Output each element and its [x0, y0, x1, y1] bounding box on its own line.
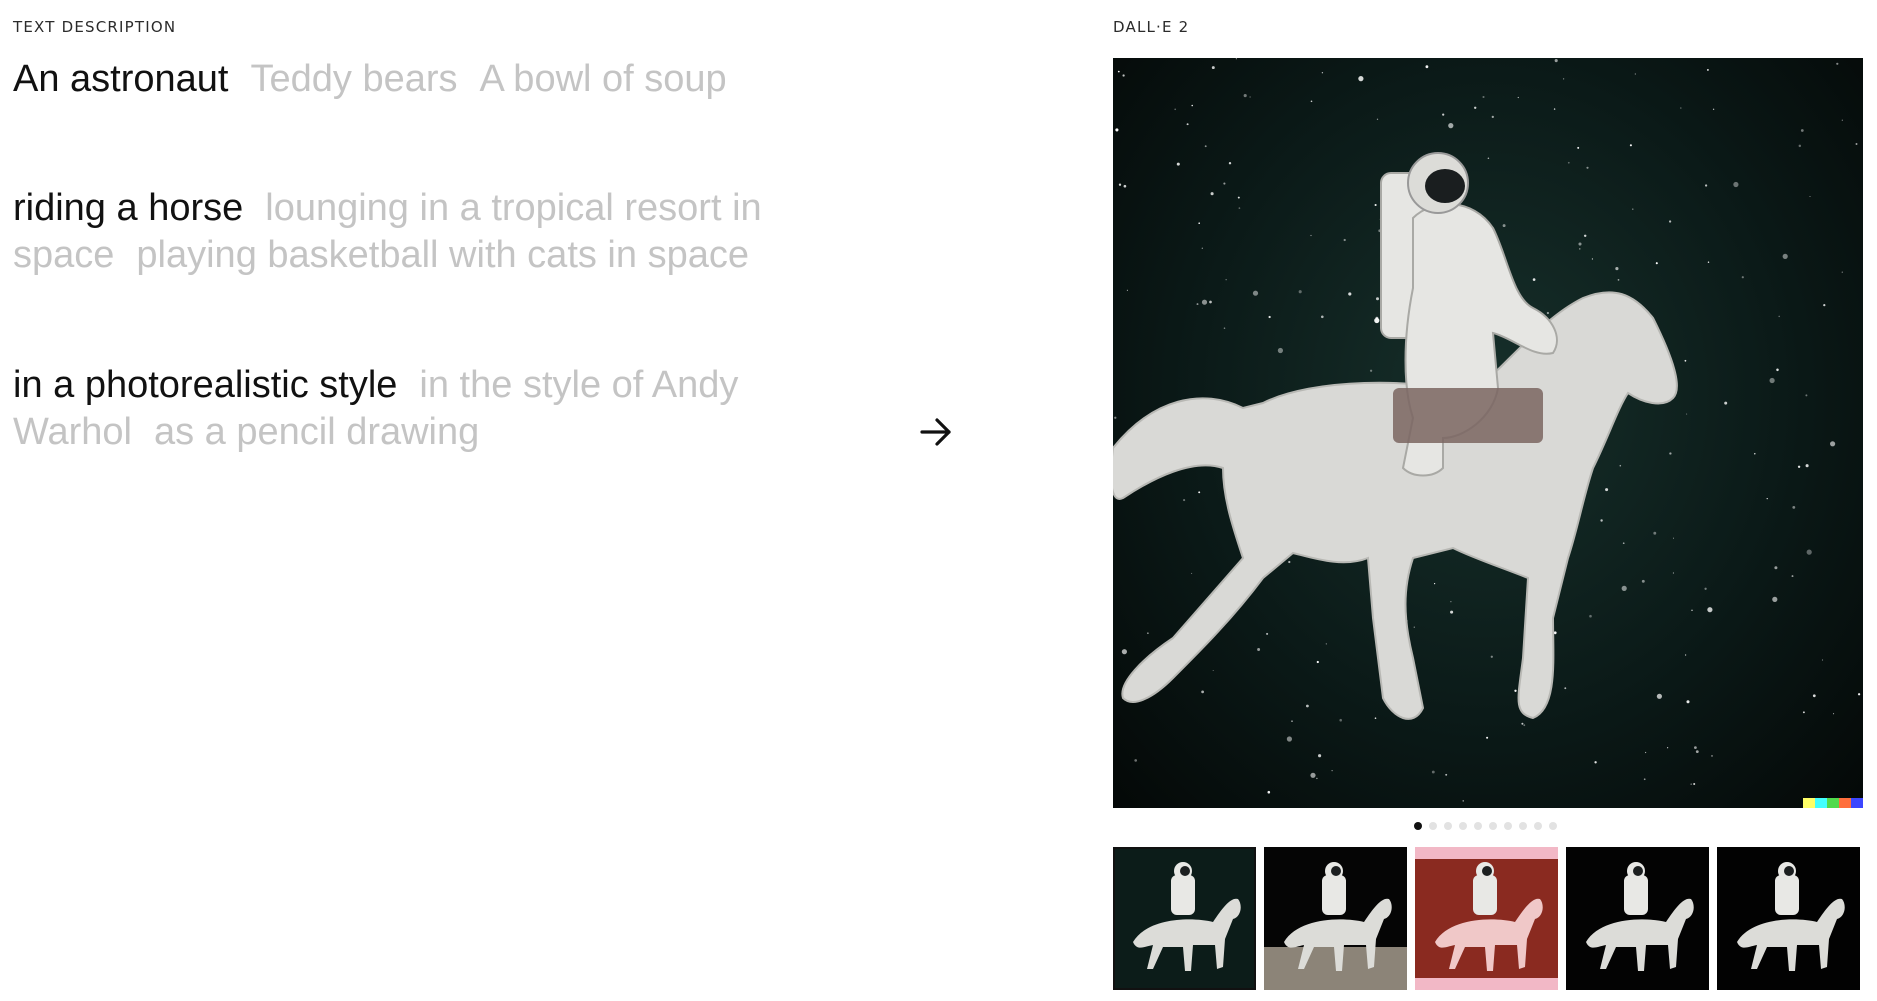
- action-option-riding-horse[interactable]: riding a horse: [13, 187, 243, 229]
- pagination-dot-5[interactable]: [1474, 822, 1482, 830]
- thumbnail-3[interactable]: [1415, 847, 1558, 990]
- dalle-2-label: DALL·E 2: [1113, 18, 1190, 36]
- watermark-cyan: [1815, 798, 1827, 808]
- watermark-orange: [1839, 798, 1851, 808]
- style-option-photorealistic[interactable]: in a photorealistic style: [13, 364, 397, 406]
- pagination-dots: [1414, 822, 1557, 830]
- arrow-right-icon[interactable]: [918, 414, 954, 450]
- dalle-watermark: [1803, 798, 1863, 808]
- thumbnail-strip: [1113, 847, 1860, 990]
- pagination-dot-8[interactable]: [1519, 822, 1527, 830]
- pagination-dot-9[interactable]: [1534, 822, 1542, 830]
- style-option-pencil[interactable]: as a pencil drawing: [154, 411, 479, 453]
- subject-options: An astronaut Teddy bears A bowl of soup: [13, 56, 773, 103]
- pagination-dot-10[interactable]: [1549, 822, 1557, 830]
- pagination-dot-6[interactable]: [1489, 822, 1497, 830]
- watermark-yellow: [1803, 798, 1815, 808]
- watermark-blue: [1851, 798, 1863, 808]
- text-description-label: TEXT DESCRIPTION: [13, 18, 177, 36]
- pagination-dot-7[interactable]: [1504, 822, 1512, 830]
- pagination-dot-3[interactable]: [1444, 822, 1452, 830]
- watermark-green: [1827, 798, 1839, 808]
- generated-image[interactable]: [1113, 58, 1863, 808]
- pagination-dot-4[interactable]: [1459, 822, 1467, 830]
- subject-option-astronaut[interactable]: An astronaut: [13, 58, 228, 100]
- thumbnail-5[interactable]: [1717, 847, 1860, 990]
- subject-option-teddy-bears[interactable]: Teddy bears: [250, 58, 457, 100]
- thumbnail-2[interactable]: [1264, 847, 1407, 990]
- pagination-dot-2[interactable]: [1429, 822, 1437, 830]
- style-options: in a photorealistic style in the style of…: [13, 362, 773, 456]
- thumbnail-4[interactable]: [1566, 847, 1709, 990]
- action-options: riding a horse lounging in a tropical res…: [13, 185, 773, 279]
- subject-option-bowl-of-soup[interactable]: A bowl of soup: [480, 58, 727, 100]
- pagination-dot-1[interactable]: [1414, 822, 1422, 830]
- thumbnail-1[interactable]: [1113, 847, 1256, 990]
- action-option-basketball[interactable]: playing basketball with cats in space: [136, 234, 749, 276]
